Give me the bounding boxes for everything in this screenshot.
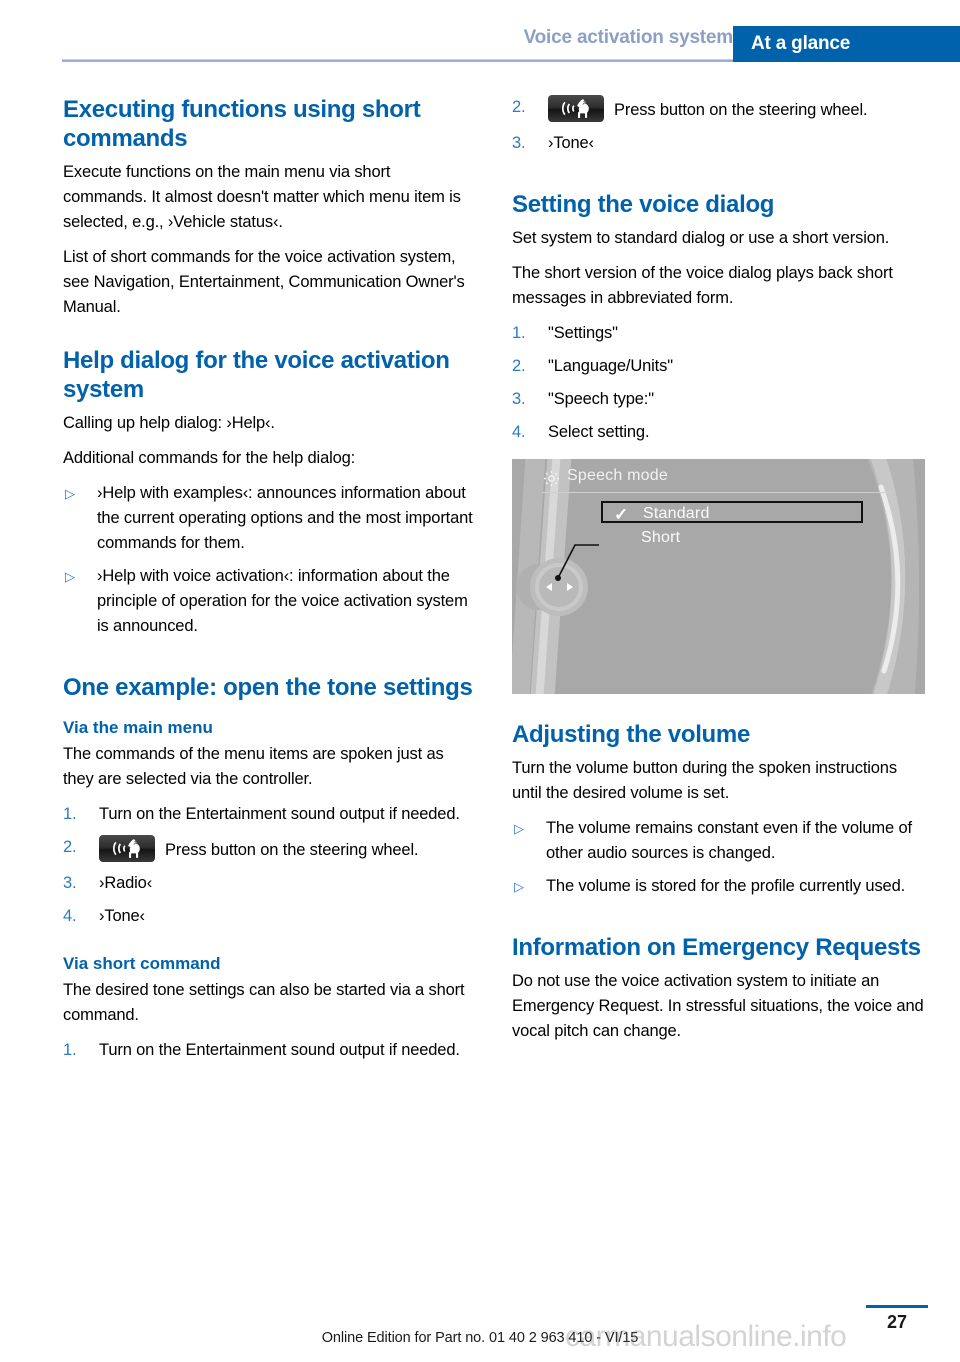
- paragraph-execute-functions: Execute functions on the main menu via s…: [63, 163, 461, 231]
- list-item: 4. ›Tone‹: [63, 904, 476, 929]
- short-command-step-list: 1. Turn on the Entertainment sound outpu…: [63, 1038, 476, 1063]
- list-item-text: The volume is stored for the profile cur…: [546, 877, 906, 895]
- idrive-option-standard[interactable]: ✓ Standard: [601, 501, 863, 524]
- list-item: 1. "Settings": [512, 321, 925, 346]
- step-text: Press button on the steering wheel.: [548, 95, 925, 123]
- list-item: 3. ›Radio‹: [63, 871, 476, 896]
- step-text: Select setting.: [548, 423, 650, 441]
- triangle-bullet-icon: ▷: [65, 569, 75, 584]
- step-number: 2.: [512, 357, 526, 375]
- paragraph-turn-volume-button: Turn the volume button during the spoken…: [512, 759, 897, 802]
- list-item: ▷ ›Help with voice activation‹: informat…: [63, 564, 476, 639]
- heading-one-example-tone-settings: One example: open the tone settings: [63, 674, 473, 701]
- list-item: 3. ›Tone‹: [512, 131, 925, 156]
- volume-bullet-list: ▷ The volume remains constant even if th…: [512, 816, 925, 899]
- voice-button-icon: [99, 835, 155, 862]
- list-item: ▷ ›Help with examples‹: announces inform…: [63, 481, 476, 556]
- step-text: Turn on the Entertainment sound output i…: [99, 1041, 460, 1059]
- page-header: Voice activation system At a glance: [0, 26, 960, 62]
- step-text: Press button on the steering wheel.: [99, 835, 476, 863]
- list-item: 2. Press button on the steering wheel.: [512, 95, 925, 123]
- list-item: 2. Press button on the steering wheel.: [63, 835, 476, 863]
- gear-icon: [543, 470, 560, 487]
- right-column: 2. Press button on the steering wheel. 3…: [512, 95, 925, 1054]
- list-item: 2. "Language/Units": [512, 354, 925, 379]
- main-menu-step-list: 1. Turn on the Entertainment sound outpu…: [63, 802, 476, 929]
- idrive-header-divider: [542, 492, 890, 493]
- heading-executing-functions: Executing functions using short commands: [63, 96, 421, 152]
- step-number: 4.: [512, 423, 526, 441]
- step-text-label: Press button on the steering wheel.: [614, 101, 868, 119]
- idrive-option-label: Standard: [643, 505, 710, 522]
- footer-edition-text: Online Edition for Part no. 01 40 2 963 …: [321, 1330, 639, 1346]
- voice-dialog-step-list: 1. "Settings" 2. "Language/Units" 3. "Sp…: [512, 321, 925, 445]
- step-number: 1.: [63, 1041, 77, 1059]
- list-item-text: The volume remains constant even if the …: [546, 819, 912, 862]
- paragraph-additional-commands: Additional commands for the help dialog:: [63, 449, 356, 467]
- step-text: "Settings": [548, 324, 618, 342]
- step-number: 2.: [512, 98, 526, 116]
- paragraph-commands-spoken: The commands of the menu items are spoke…: [63, 745, 444, 788]
- paragraph-short-commands-list: List of short commands for the voice act…: [63, 248, 465, 316]
- header-section-banner: At a glance: [733, 26, 960, 62]
- heading-adjusting-volume: Adjusting the volume: [512, 721, 751, 748]
- idrive-option-short[interactable]: Short: [601, 527, 863, 549]
- heading-emergency-requests: Information on Emergency Requests: [512, 934, 921, 961]
- step-number: 2.: [63, 838, 77, 856]
- list-item-text: ›Help with examples‹: announces informat…: [97, 484, 473, 552]
- idrive-option-label: Short: [641, 529, 681, 546]
- step-text: ›Tone‹: [548, 134, 594, 152]
- triangle-bullet-icon: ▷: [514, 879, 524, 894]
- list-item-text: ›Help with voice activation‹: informatio…: [97, 567, 468, 635]
- continued-step-list: 2. Press button on the steering wheel. 3…: [512, 95, 925, 156]
- step-number: 3.: [512, 134, 526, 152]
- heading-help-dialog: Help dialog for the voice activation sys…: [63, 347, 450, 403]
- step-number: 3.: [63, 874, 77, 892]
- list-item: 1. Turn on the Entertainment sound outpu…: [63, 1038, 476, 1063]
- header-section-label: At a glance: [751, 33, 851, 54]
- paragraph-short-version: The short version of the voice dialog pl…: [512, 264, 893, 307]
- idrive-title: Speech mode: [567, 467, 668, 484]
- idrive-background-art: [512, 459, 925, 694]
- voice-button-icon: [548, 95, 604, 122]
- check-icon: ✓: [614, 505, 629, 524]
- heading-setting-voice-dialog: Setting the voice dialog: [512, 191, 775, 218]
- step-text: ›Radio‹: [99, 874, 153, 892]
- step-number: 1.: [512, 324, 526, 342]
- subheading-via-main-menu: Via the main menu: [63, 718, 213, 737]
- header-chapter-title: Voice activation system: [523, 27, 734, 48]
- help-bullet-list: ▷ ›Help with examples‹: announces inform…: [63, 481, 476, 639]
- list-item: 4. Select setting.: [512, 420, 925, 445]
- step-text: "Speech type:": [548, 390, 654, 408]
- left-column: Executing functions using short commands…: [63, 95, 476, 1071]
- list-item: 3. "Speech type:": [512, 387, 925, 412]
- step-text: "Language/Units": [548, 357, 673, 375]
- step-number: 1.: [63, 805, 77, 823]
- idrive-speech-mode-screenshot: Speech mode ✓ Standard Short: [512, 459, 925, 694]
- paragraph-set-system: Set system to standard dialog or use a s…: [512, 229, 890, 247]
- step-number: 3.: [512, 390, 526, 408]
- list-item: 1. Turn on the Entertainment sound outpu…: [63, 802, 476, 827]
- list-item: ▷ The volume is stored for the profile c…: [512, 874, 925, 899]
- subheading-via-short-command: Via short command: [63, 954, 221, 973]
- paragraph-emergency-request: Do not use the voice activation system t…: [512, 972, 924, 1040]
- list-item: ▷ The volume remains constant even if th…: [512, 816, 925, 866]
- step-text: ›Tone‹: [99, 907, 145, 925]
- paragraph-calling-help: Calling up help dialog: ›Help‹.: [63, 414, 275, 432]
- paragraph-tone-short-command: The desired tone settings can also be st…: [63, 981, 465, 1024]
- step-text: Turn on the Entertainment sound output i…: [99, 805, 460, 823]
- step-text-label: Press button on the steering wheel.: [165, 841, 419, 859]
- page-number-rule: [866, 1305, 928, 1308]
- triangle-bullet-icon: ▷: [65, 486, 75, 501]
- triangle-bullet-icon: ▷: [514, 821, 524, 836]
- step-number: 4.: [63, 907, 77, 925]
